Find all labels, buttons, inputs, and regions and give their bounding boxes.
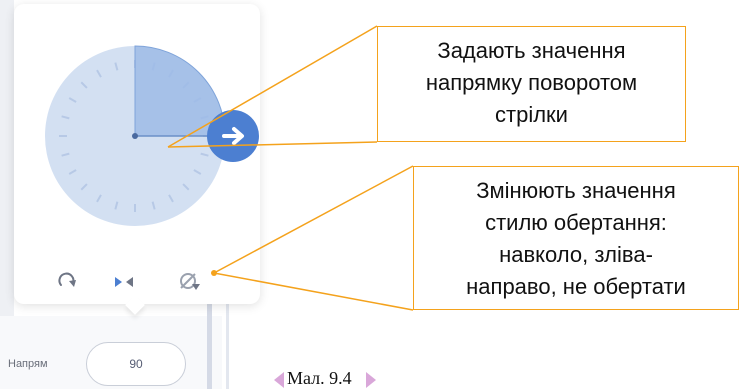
direction-label: Напрям (8, 358, 48, 370)
panel-divider (207, 300, 212, 389)
caption-triangle-left (274, 372, 284, 388)
caption-triangle-right (366, 372, 376, 388)
dial-center-dot (132, 133, 138, 139)
callout-top-line-2: напрямку поворотом (425, 70, 638, 95)
callout-bottom-line-2: стилю обертання: (485, 210, 667, 235)
panel-divider-secondary (226, 300, 229, 389)
callout-top-line-3: стрілки (495, 102, 568, 127)
direction-dial[interactable] (14, 4, 260, 264)
direction-input[interactable] (86, 342, 186, 386)
callout-bottom-line-3: навколо, зліва- (499, 242, 653, 267)
left-right-arrows-icon (115, 277, 133, 287)
callout-top-line-1: Задають значення (437, 38, 626, 63)
callout-rotation-style: Змінюють значення стилю обертання: навко… (413, 166, 739, 310)
callout-bottom-line-4: направо, не обертати (466, 274, 686, 299)
circular-arrow-icon (58, 272, 76, 287)
figure-caption: Мал. 9.4 (287, 368, 352, 388)
dont-rotate-button[interactable] (174, 266, 204, 296)
direction-popover (14, 4, 260, 304)
rotate-left-right-button[interactable] (109, 266, 139, 296)
callout-bottom-line-1: Змінюють значення (476, 178, 676, 203)
no-rotate-icon (180, 273, 200, 290)
callout-set-direction: Задають значення напрямку поворотом стрі… (377, 26, 686, 142)
rotate-all-around-button[interactable] (52, 266, 82, 296)
direction-handle[interactable] (207, 110, 259, 162)
